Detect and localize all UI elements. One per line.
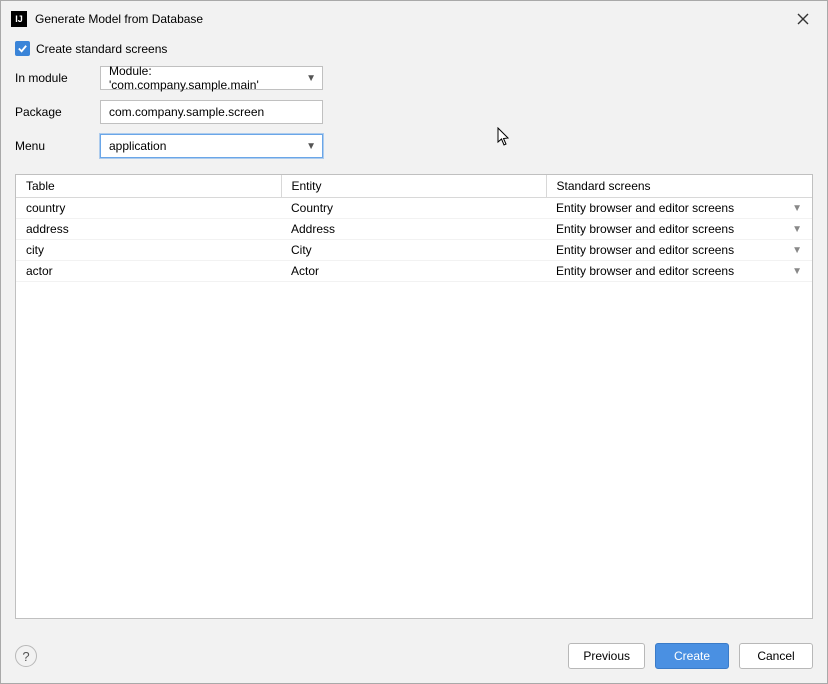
menu-row: Menu application ▼ <box>15 134 813 158</box>
package-label: Package <box>15 105 100 119</box>
chevron-down-icon[interactable]: ▼ <box>792 203 802 214</box>
cell-entity: Country <box>281 198 546 219</box>
cancel-button[interactable]: Cancel <box>739 643 813 669</box>
help-button[interactable]: ? <box>15 645 37 667</box>
previous-button[interactable]: Previous <box>568 643 645 669</box>
create-standard-screens-checkbox[interactable] <box>15 41 30 56</box>
dialog-content: Create standard screens In module Module… <box>1 33 827 629</box>
screens-value: Entity browser and editor screens <box>556 201 786 215</box>
checkmark-icon <box>17 43 28 54</box>
cell-screens: Entity browser and editor screens ▼ <box>546 219 812 240</box>
col-header-screens[interactable]: Standard screens <box>546 175 812 198</box>
menu-combo[interactable]: application ▼ <box>100 134 323 158</box>
cell-entity: Address <box>281 219 546 240</box>
app-icon: IJ <box>11 11 27 27</box>
package-row: Package <box>15 100 813 124</box>
create-standard-screens-label: Create standard screens <box>36 42 167 56</box>
menu-label: Menu <box>15 139 100 153</box>
cell-table: country <box>16 198 281 219</box>
chevron-down-icon: ▼ <box>306 141 316 152</box>
titlebar: IJ Generate Model from Database <box>1 1 827 33</box>
chevron-down-icon[interactable]: ▼ <box>792 224 802 235</box>
module-label: In module <box>15 71 100 85</box>
dialog-title: Generate Model from Database <box>35 12 789 26</box>
cell-table: address <box>16 219 281 240</box>
cell-screens: Entity browser and editor screens ▼ <box>546 240 812 261</box>
cell-table: actor <box>16 261 281 282</box>
dialog-footer: ? Previous Create Cancel <box>1 629 827 683</box>
chevron-down-icon[interactable]: ▼ <box>792 266 802 277</box>
dialog-generate-model: IJ Generate Model from Database Create s… <box>0 0 828 684</box>
module-combo[interactable]: Module: 'com.company.sample.main' ▼ <box>100 66 323 90</box>
cell-screens: Entity browser and editor screens ▼ <box>546 261 812 282</box>
screens-value: Entity browser and editor screens <box>556 264 786 278</box>
tables-grid: Table Entity Standard screens countryCou… <box>15 174 813 619</box>
cell-entity: Actor <box>281 261 546 282</box>
package-input[interactable] <box>100 100 323 124</box>
chevron-down-icon[interactable]: ▼ <box>792 245 802 256</box>
screens-value: Entity browser and editor screens <box>556 222 786 236</box>
module-row: In module Module: 'com.company.sample.ma… <box>15 66 813 90</box>
screens-value: Entity browser and editor screens <box>556 243 786 257</box>
close-button[interactable] <box>789 8 817 30</box>
close-icon <box>797 13 809 25</box>
chevron-down-icon: ▼ <box>306 73 316 84</box>
col-header-entity[interactable]: Entity <box>281 175 546 198</box>
table-row[interactable]: countryCountryEntity browser and editor … <box>16 198 812 219</box>
table-header-row: Table Entity Standard screens <box>16 175 812 198</box>
module-combo-value: Module: 'com.company.sample.main' <box>109 64 302 92</box>
create-standard-screens-row: Create standard screens <box>15 41 813 56</box>
col-header-table[interactable]: Table <box>16 175 281 198</box>
menu-combo-value: application <box>109 139 302 153</box>
cell-screens: Entity browser and editor screens ▼ <box>546 198 812 219</box>
table-row[interactable]: actorActorEntity browser and editor scre… <box>16 261 812 282</box>
table-row[interactable]: addressAddressEntity browser and editor … <box>16 219 812 240</box>
cell-table: city <box>16 240 281 261</box>
create-button[interactable]: Create <box>655 643 729 669</box>
table-row[interactable]: cityCityEntity browser and editor screen… <box>16 240 812 261</box>
cell-entity: City <box>281 240 546 261</box>
